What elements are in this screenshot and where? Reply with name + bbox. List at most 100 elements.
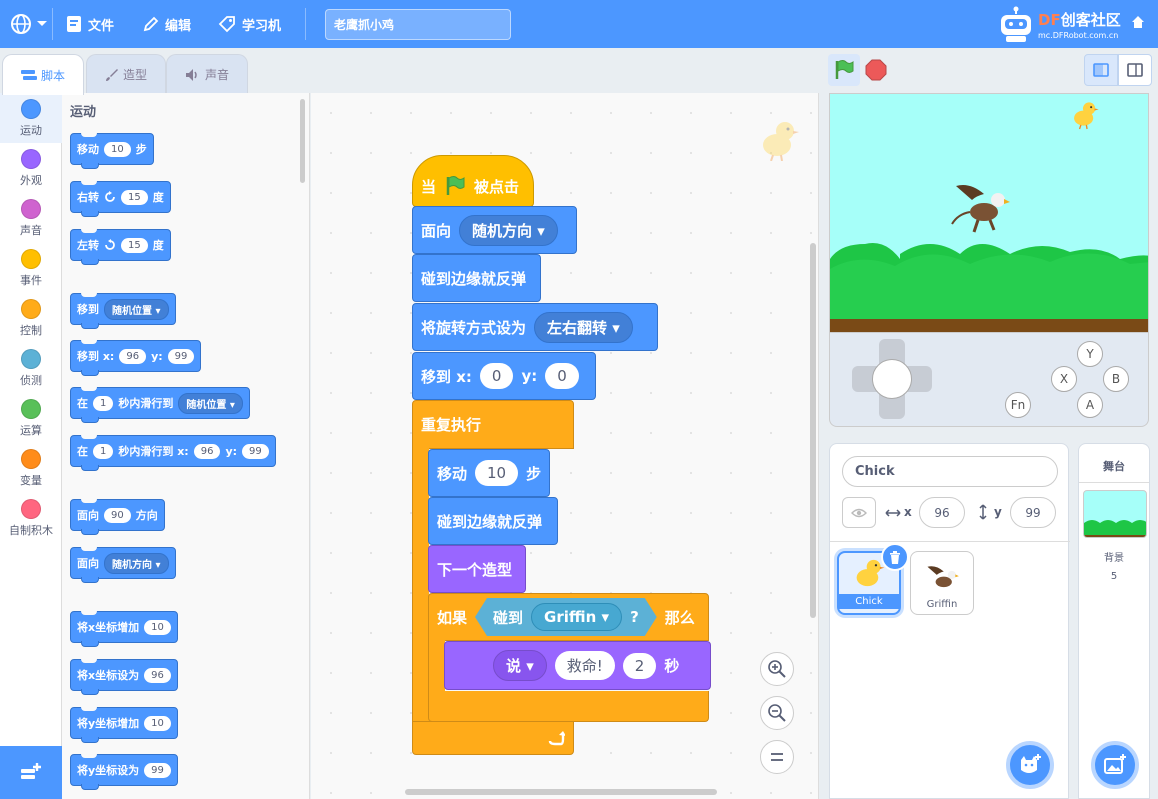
point-target-dropdown[interactable]: 随机方向 ▾ [459, 214, 558, 246]
rotation-style-dropdown[interactable]: 左右翻转 ▾ [534, 311, 633, 343]
move-steps-block[interactable]: 移动 10 步 [428, 449, 550, 497]
stage-target-panel[interactable]: 舞台 背景 5 [1078, 443, 1150, 799]
sprite-thumb-griffin[interactable]: Griffin [910, 551, 974, 615]
palette-block-set-x[interactable]: 将x坐标设为 96 [70, 659, 178, 695]
gamepad-button-a[interactable]: A [1077, 392, 1103, 418]
palette-block-turn-right[interactable]: 右转 15 度 [70, 181, 171, 217]
say-text-input[interactable]: 救命! [554, 651, 615, 680]
palette-block-glide[interactable]: 在 1 秒内滑行到 随机位置 ▾ [70, 387, 250, 423]
category-operators[interactable]: 运算 [0, 393, 62, 443]
sprite-name-input[interactable]: Chick [842, 456, 1058, 487]
set-rotation-style-block[interactable]: 将旋转方式设为 左右翻转 ▾ [412, 303, 658, 351]
bounce-on-edge-block-2[interactable]: 碰到边缘就反弹 [428, 497, 558, 545]
when-flag-clicked-block[interactable]: 当 被点击 [412, 155, 534, 207]
script-workspace[interactable]: 当 被点击 面向 随机方向 ▾ 碰到边缘就反弹 将旋转方式设为 左右翻转 ▾ 移… [311, 93, 819, 799]
goto-y-input[interactable]: 99 [167, 348, 195, 364]
show-sprite-toggle[interactable] [842, 497, 876, 528]
learning-machine-menu[interactable]: 学习机 [218, 0, 281, 48]
move-steps-input[interactable]: 10 [104, 141, 131, 157]
workspace-horizontal-scrollbar[interactable] [405, 789, 717, 795]
stop-button[interactable] [864, 58, 888, 82]
file-menu[interactable]: 文件 [66, 0, 114, 48]
category-my-blocks[interactable]: 自制积木 [0, 493, 62, 543]
small-stage-button[interactable] [1084, 54, 1118, 86]
green-flag-button[interactable] [828, 54, 860, 86]
goto-x-input[interactable]: 96 [119, 348, 147, 364]
palette-block-glide-xy[interactable]: 在 1 秒内滑行到 x: 96 y: 99 [70, 435, 276, 471]
glide-xy-x-input[interactable]: 96 [193, 443, 221, 459]
category-events[interactable]: 事件 [0, 243, 62, 293]
set-x-input[interactable]: 96 [144, 667, 171, 683]
gamepad-button-y[interactable]: Y [1077, 341, 1103, 367]
category-control[interactable]: 控制 [0, 293, 62, 343]
stage-canvas[interactable] [829, 93, 1149, 333]
next-costume-block[interactable]: 下一个造型 [428, 545, 526, 593]
palette-block-turn-left[interactable]: 左转 15 度 [70, 229, 171, 265]
say-secs-input[interactable]: 2 [622, 652, 657, 679]
chick-sprite-icon[interactable] [1070, 98, 1100, 130]
gamepad-button-fn[interactable]: Fn [1005, 392, 1031, 418]
tab-costumes[interactable]: 造型 [86, 54, 166, 94]
edit-menu[interactable]: 编辑 [143, 0, 191, 48]
category-sensing[interactable]: 侦测 [0, 343, 62, 393]
category-looks[interactable]: 外观 [0, 143, 62, 193]
delete-sprite-button[interactable] [881, 543, 909, 571]
turn-right-degrees-input[interactable]: 15 [121, 189, 148, 205]
project-title-input[interactable]: 老鹰抓小鸡 [325, 9, 511, 40]
zoom-in-button[interactable] [760, 652, 794, 686]
glide-secs-input[interactable]: 1 [93, 395, 114, 411]
tab-sounds[interactable]: 声音 [166, 54, 248, 94]
brand-logo[interactable]: DF创客社区 mc.DFRobot.com.cn [996, 6, 1146, 44]
touching-condition[interactable]: 碰到 Griffin ▾ ? [475, 598, 657, 636]
tab-code[interactable]: 脚本 [2, 54, 84, 95]
gamepad-button-b[interactable]: B [1103, 366, 1129, 392]
change-x-input[interactable]: 10 [144, 619, 171, 635]
palette-block-goto[interactable]: 移到 随机位置 ▾ [70, 293, 176, 329]
point-dir-input[interactable]: 90 [104, 507, 131, 523]
goto-y-script-input[interactable]: 0 [545, 363, 579, 389]
point-towards-dropdown[interactable]: 随机方向 ▾ [104, 552, 169, 574]
glide-target-dropdown[interactable]: 随机位置 ▾ [178, 392, 243, 414]
touch-target-dropdown[interactable]: Griffin ▾ [531, 603, 622, 631]
sprite-y-input[interactable]: 99 [1010, 497, 1056, 528]
language-menu[interactable] [10, 0, 48, 48]
zoom-reset-button[interactable] [760, 740, 794, 774]
category-variables[interactable]: 变量 [0, 443, 62, 493]
large-stage-button[interactable] [1118, 54, 1152, 86]
palette-block-set-y[interactable]: 将y坐标设为 99 [70, 754, 178, 790]
palette-block-change-x[interactable]: 将x坐标增加 10 [70, 611, 178, 647]
zoom-out-button[interactable] [760, 696, 794, 730]
category-motion[interactable]: 运动 [0, 93, 62, 143]
bounce-on-edge-block[interactable]: 碰到边缘就反弹 [412, 254, 541, 302]
move-steps-script-input[interactable]: 10 [475, 460, 519, 486]
gamepad-button-x[interactable]: X [1051, 366, 1077, 392]
dpad[interactable] [852, 339, 932, 419]
palette-block-change-y[interactable]: 将y坐标增加 10 [70, 707, 178, 743]
workspace-vertical-scrollbar[interactable] [810, 243, 816, 618]
palette-block-point-direction[interactable]: 面向 90 方向 [70, 499, 165, 535]
backdrop-thumbnail[interactable] [1083, 490, 1147, 538]
point-towards-block[interactable]: 面向 随机方向 ▾ [412, 206, 577, 254]
set-y-input[interactable]: 99 [144, 762, 171, 778]
forever-block[interactable]: 重复执行 [412, 400, 574, 449]
if-then-block[interactable]: 如果 碰到 Griffin ▾ ? 那么 [428, 593, 709, 641]
turn-left-degrees-input[interactable]: 15 [121, 237, 148, 253]
say-for-secs-block[interactable]: 说 ▾ 救命! 2 秒 [444, 641, 711, 690]
palette-block-move[interactable]: 移动 10 步 [70, 133, 154, 169]
palette-scrollbar[interactable] [300, 99, 305, 183]
sprite-x-input[interactable]: 96 [919, 497, 965, 528]
goto-target-dropdown[interactable]: 随机位置 ▾ [104, 298, 169, 320]
palette-block-point-towards[interactable]: 面向 随机方向 ▾ [70, 547, 176, 583]
category-sound[interactable]: 声音 [0, 193, 62, 243]
goto-xy-block[interactable]: 移到 x: 0 y: 0 [412, 352, 596, 400]
say-mode-dropdown[interactable]: 说 ▾ [493, 650, 547, 681]
add-sprite-button[interactable] [1006, 741, 1054, 789]
palette-block-goto-xy[interactable]: 移到 x: 96 y: 99 [70, 340, 202, 376]
goto-x-script-input[interactable]: 0 [479, 363, 514, 389]
change-y-input[interactable]: 10 [144, 715, 171, 731]
griffin-sprite-icon[interactable] [950, 180, 1012, 234]
home-icon[interactable] [1130, 14, 1146, 30]
add-extension-button[interactable] [0, 746, 62, 799]
glide-xy-y-input[interactable]: 99 [242, 443, 269, 459]
add-backdrop-button[interactable] [1091, 741, 1139, 789]
